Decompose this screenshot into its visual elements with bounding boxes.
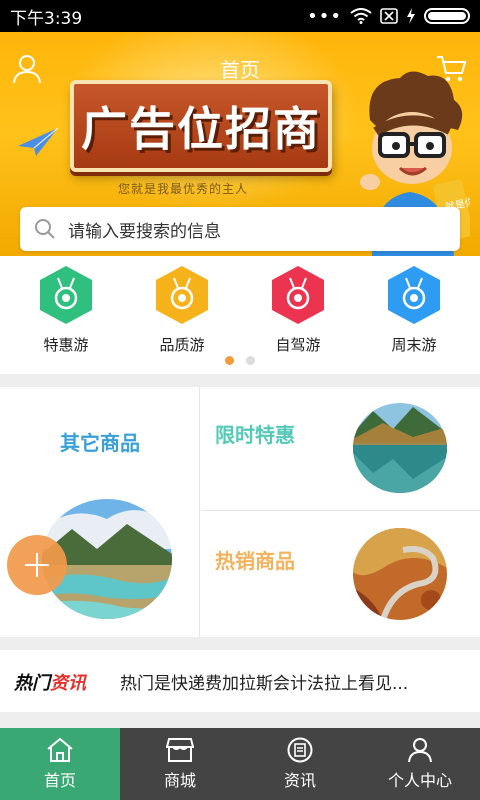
limited-offer-title: 限时特惠 [215,423,295,447]
hot-news-logo: 热门资讯 [14,669,102,694]
news-icon [287,737,313,763]
charging-icon [407,8,415,24]
status-bar: 下午3:39 ••• [0,0,480,32]
carousel-dot-active[interactable] [225,356,234,365]
other-products-title: 其它商品 [60,431,140,455]
medal-icon [156,266,208,324]
hot-sales-title: 热销商品 [215,549,295,573]
search-bar[interactable]: 请输入要搜索的信息 [20,207,460,251]
hot-news-logo-part1: 热门 [14,673,50,694]
hot-sales-image [353,528,447,620]
category-label: 自驾游 [275,336,321,354]
tab-news[interactable]: 资讯 [240,728,360,800]
category-grid: 特惠游 品质游 自驾游 周末游 [0,256,480,374]
other-products-card[interactable]: 其它商品 [0,387,200,637]
category-label: 品质游 [159,336,205,354]
limited-offer-card[interactable]: 限时特惠 [201,387,480,511]
category-item-1[interactable]: 品质游 [132,264,232,355]
tab-store-label: 商城 [163,771,196,790]
category-label: 周末游 [391,336,437,354]
sim-off-icon [380,8,398,24]
person-icon [408,738,432,763]
hot-sales-card[interactable]: 热销商品 [201,512,480,637]
ad-sign-text: 广告位招商 [81,102,321,156]
medal-icon [272,266,324,324]
hot-news-logo-part2: 资讯 [50,673,86,694]
search-icon [35,219,55,239]
plus-icon [25,553,49,577]
tab-profile[interactable]: 个人中心 [360,728,480,800]
hot-news-headline[interactable]: 热门是快递费加拉斯会计法拉上看见... [120,669,408,694]
status-time: 下午3:39 [10,8,83,29]
tab-home-label: 首页 [43,771,76,790]
paper-plane-icon [18,128,58,156]
battery-icon [424,8,470,24]
bottom-tab-bar: 首页 商城 资讯 个人中心 [0,728,480,800]
category-label: 特惠游 [43,336,89,354]
home-icon [47,737,73,762]
ad-tagline: 您就是我最优秀的主人 [118,182,249,196]
store-icon [166,738,194,762]
category-item-2[interactable]: 自驾游 [248,264,348,355]
tab-store[interactable]: 商城 [120,728,240,800]
tab-profile-label: 个人中心 [387,771,452,790]
tab-news-label: 资讯 [283,771,316,790]
product-section: 其它商品 限时特惠 热销商品 [0,387,480,637]
carousel-dots [0,356,480,365]
more-dots-icon: ••• [307,5,342,27]
category-item-0[interactable]: 特惠游 [16,264,116,355]
hot-news-bar[interactable]: 热门资讯 热门是快递费加拉斯会计法拉上看见... [0,650,480,712]
add-fab-button[interactable] [7,535,67,595]
carousel-dot[interactable] [246,356,255,365]
wifi-icon [350,8,372,24]
medal-icon [40,266,92,324]
medal-icon [388,266,440,324]
search-input[interactable]: 请输入要搜索的信息 [68,217,221,242]
limited-offer-image [353,403,447,493]
ad-sign: 广告位招商 [70,80,332,172]
tab-home[interactable]: 首页 [0,728,120,800]
category-item-3[interactable]: 周末游 [364,264,464,355]
